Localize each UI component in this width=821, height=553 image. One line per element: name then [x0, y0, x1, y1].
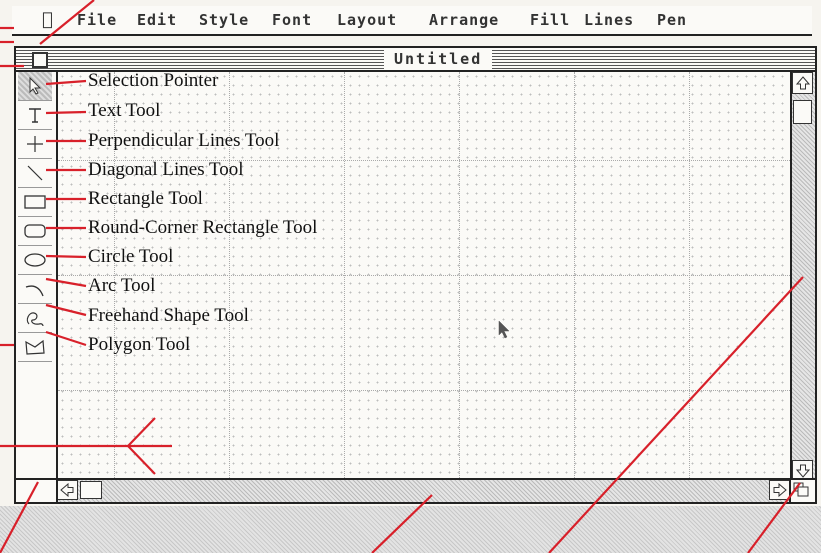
leader-size-box: [747, 482, 801, 553]
annotation-lines: [0, 0, 804, 553]
leader-circle: [45, 254, 87, 259]
leader-horizontal-scrollbar: [371, 494, 433, 553]
leader-selection-pointer: [45, 79, 87, 86]
leader-text-tool: [45, 110, 87, 115]
leader-freehand: [45, 303, 87, 317]
leader-vertical-scrollbar: [548, 276, 804, 553]
leader-polygon: [45, 330, 87, 347]
macdraw-screen:  File Edit Style Font Layout Arrange Fi…: [0, 0, 821, 553]
leader-page-view-box: [0, 481, 39, 553]
leader-arc: [45, 277, 87, 288]
leader-apple-menu: [39, 0, 95, 45]
